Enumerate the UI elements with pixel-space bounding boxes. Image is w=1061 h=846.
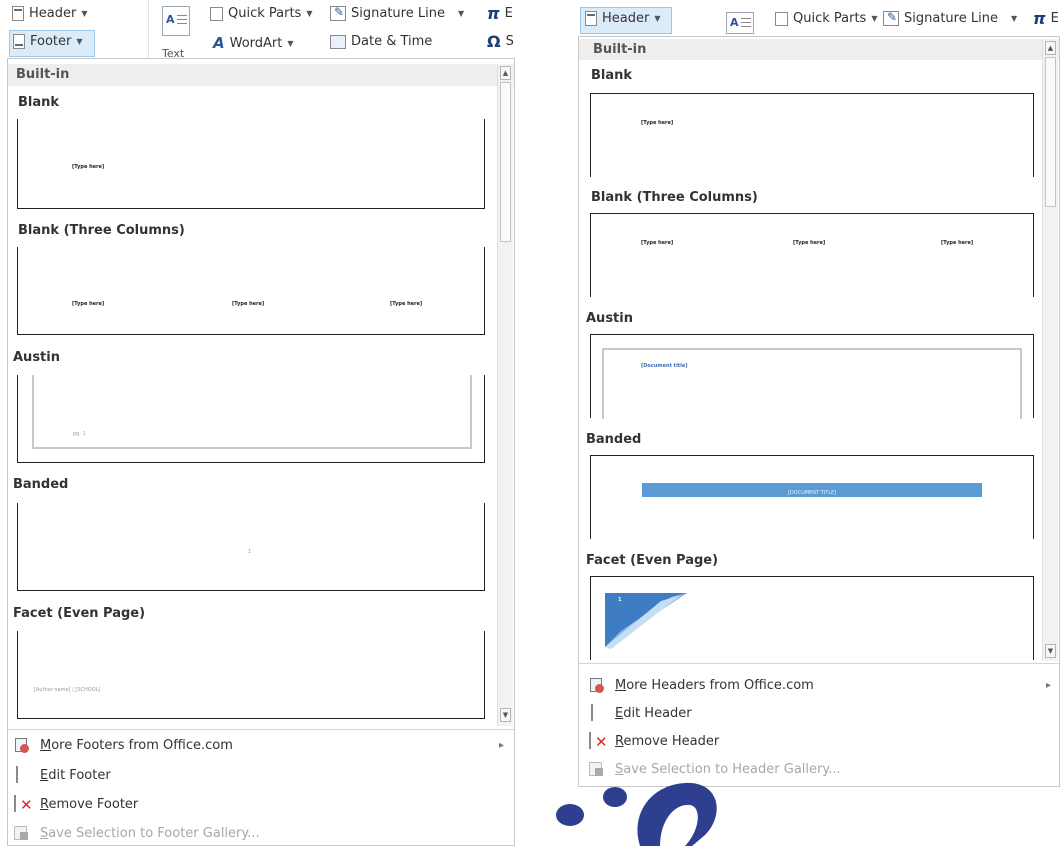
footer-button[interactable]: Footer ▼ <box>13 34 83 49</box>
edit-footer-icon <box>14 766 30 783</box>
edit-header-icon <box>589 704 605 721</box>
wordart-button[interactable]: A WordArt ▼ <box>213 34 294 52</box>
signature-icon: ✎ <box>883 10 899 26</box>
chevron-down-icon: ▼ <box>287 38 294 48</box>
gallery-item-title: Austin <box>586 311 633 326</box>
signature-icon: ✎ <box>330 5 346 21</box>
gallery-item-title: Blank (Three Columns) <box>591 190 758 205</box>
globe-document-icon <box>14 737 30 753</box>
gallery-item-title: Austin <box>13 350 60 365</box>
chevron-down-icon: ▼ <box>1010 14 1018 23</box>
gallery-item-title: Banded <box>13 477 69 492</box>
scroll-down-icon[interactable]: ▼ <box>500 708 511 722</box>
gallery-item-austin[interactable]: pg. 1 <box>17 375 485 463</box>
save-gallery-icon <box>14 825 30 841</box>
remove-footer-menu-item[interactable]: ✕ Remove Footer <box>14 795 138 813</box>
remove-header-menu-item[interactable]: ✕ Remove Header <box>589 732 719 750</box>
footer-icon <box>13 34 25 49</box>
chevron-down-icon: ▼ <box>457 9 465 18</box>
calendar-icon <box>330 34 346 49</box>
chevron-down-icon: ▼ <box>81 9 88 18</box>
more-headers-menu-item[interactable]: More Headers from Office.com ▸ <box>589 677 1051 693</box>
watermark-shape <box>556 782 717 846</box>
gallery-item-banded[interactable]: [DOCUMENT TITLE] <box>590 455 1034 539</box>
more-footers-menu-item[interactable]: More Footers from Office.com ▸ <box>14 737 504 753</box>
gallery-item-blank-three-columns[interactable]: [Type here] [Type here] [Type here] <box>17 247 485 335</box>
gallery-item-title: Blank <box>18 95 60 110</box>
gallery-item-title: Blank (Three Columns) <box>18 223 185 238</box>
gallery-item-blank[interactable]: [Type here] <box>590 93 1034 177</box>
chevron-down-icon: ▼ <box>654 14 661 23</box>
pi-icon: π <box>1033 9 1046 28</box>
gallery-item-blank-three-columns[interactable]: [Type here] [Type here] [Type here] <box>590 213 1034 297</box>
quick-parts-icon <box>210 6 223 21</box>
scroll-down-icon[interactable]: ▼ <box>1045 644 1056 658</box>
divider <box>8 729 514 730</box>
header-icon <box>12 6 24 21</box>
equation-button[interactable]: π E <box>1033 9 1059 28</box>
signature-line-button[interactable]: ✎ Signature Line ▼ <box>883 10 1018 26</box>
textbox-icon[interactable]: A <box>726 12 754 34</box>
header-gallery-dropdown: Built-in Blank [Type here] Blank (Three … <box>578 36 1060 787</box>
textbox-icon[interactable]: A <box>162 6 190 36</box>
gallery-item-banded[interactable]: 1 <box>17 503 485 591</box>
text-group-label: Text <box>162 48 185 58</box>
remove-footer-icon: ✕ <box>14 795 33 813</box>
gallery-item-title: Blank <box>591 68 633 83</box>
scroll-up-icon[interactable]: ▲ <box>500 66 511 80</box>
gallery-scrollbar[interactable]: ▲ ▼ <box>1042 39 1058 661</box>
gallery-item-facet-even-page[interactable]: 1 <box>590 576 1034 660</box>
edit-header-menu-item[interactable]: Edit Header <box>589 704 692 721</box>
footer-gallery-dropdown: Built-in Blank [Type here] Blank (Three … <box>7 58 515 846</box>
austin-frame <box>32 375 472 449</box>
save-selection-footer-menu-item[interactable]: Save Selection to Footer Gallery... <box>14 825 260 841</box>
symbol-button[interactable]: Ω S <box>487 32 514 51</box>
signature-line-button[interactable]: ✎ Signature Line ▼ <box>330 5 465 21</box>
remove-header-icon: ✕ <box>589 732 608 750</box>
date-time-button[interactable]: Date & Time <box>330 34 432 49</box>
gallery-scrollbar[interactable]: ▲ ▼ <box>497 64 513 726</box>
facet-shape <box>605 593 687 649</box>
gallery-item-title: Facet (Even Page) <box>586 553 719 568</box>
scroll-thumb[interactable] <box>500 82 511 242</box>
divider <box>579 663 1059 664</box>
gallery-item-facet-even-page[interactable]: [Author name] | [SCHOOL] <box>17 631 485 719</box>
divider <box>148 0 149 58</box>
scroll-thumb[interactable] <box>1045 57 1056 207</box>
header-button[interactable]: Header ▼ <box>12 6 88 21</box>
equation-button[interactable]: π E <box>487 4 513 23</box>
gallery-item-austin[interactable]: [Document title] <box>590 334 1034 419</box>
globe-document-icon <box>589 677 605 693</box>
quick-parts-icon <box>775 11 788 26</box>
gallery-item-title: Facet (Even Page) <box>13 606 146 621</box>
submenu-arrow-icon: ▸ <box>498 739 504 751</box>
quick-parts-button[interactable]: Quick Parts ▼ <box>210 6 312 21</box>
austin-frame <box>602 348 1022 419</box>
gallery-section-header: Built-in <box>579 39 1059 60</box>
submenu-arrow-icon: ▸ <box>1045 679 1051 691</box>
edit-footer-menu-item[interactable]: Edit Footer <box>14 766 111 783</box>
gallery-item-title: Banded <box>586 432 642 447</box>
chevron-down-icon: ▼ <box>871 14 878 23</box>
header-icon <box>585 11 597 26</box>
quick-parts-button[interactable]: Quick Parts ▼ <box>775 11 877 26</box>
chevron-down-icon: ▼ <box>76 37 83 46</box>
scroll-up-icon[interactable]: ▲ <box>1045 41 1056 55</box>
banded-title-bar: [DOCUMENT TITLE] <box>642 483 982 497</box>
chevron-down-icon: ▼ <box>306 9 313 18</box>
pi-icon: π <box>487 4 500 23</box>
omega-icon: Ω <box>487 32 501 51</box>
gallery-item-blank[interactable]: [Type here] <box>17 119 485 209</box>
wordart-icon: A <box>213 34 225 52</box>
header-button[interactable]: Header ▼ <box>585 11 661 26</box>
gallery-section-header: Built-in <box>8 64 514 86</box>
